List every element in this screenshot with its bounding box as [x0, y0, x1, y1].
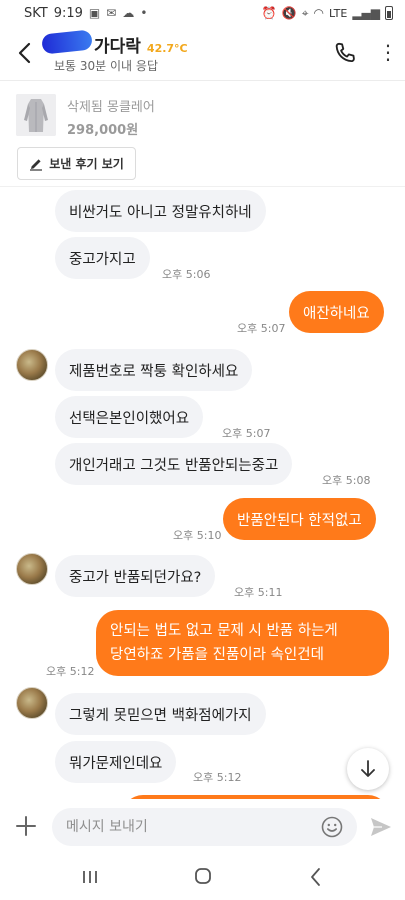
seller-title: 가다락 42.7°C [41, 29, 188, 57]
message-text: 애잔하네요 [303, 305, 370, 322]
message-text: 비싼거도 아니고 정말유치하네 [69, 204, 252, 221]
manner-temperature: 42.7°C [146, 42, 188, 55]
message-text: 그렇게 못믿으면 백화점에가지 [69, 707, 252, 724]
outgoing-message-partial [122, 795, 389, 799]
location-icon: ⌖ [301, 5, 309, 20]
message-text-line-2: 당연하죠 가품을 진품이라 속인건데 [110, 647, 324, 663]
arrow-down-icon [361, 760, 375, 777]
seller-avatar[interactable] [16, 553, 48, 585]
product-thumbnail[interactable] [16, 94, 56, 136]
signal-icon: ▂▄▆ [352, 6, 380, 20]
emoji-icon[interactable] [320, 815, 344, 839]
incoming-message: 제품번호로 짝퉁 확인하세요 [55, 349, 253, 391]
message-input[interactable] [52, 808, 357, 846]
cloud-icon: ☁ [122, 6, 135, 20]
message-time: 오후 5:07 [222, 427, 271, 440]
seller-avatar[interactable] [16, 687, 48, 719]
more-vertical-icon[interactable]: ⋮ [378, 40, 398, 66]
clock: 9:19 [53, 5, 83, 21]
message-time: 오후 5:07 [237, 322, 286, 335]
message-time: 오후 5:12 [193, 771, 242, 784]
product-price: 298,000원 [67, 123, 139, 138]
incoming-message: 개인거래고 그것도 반품안되는중고 [55, 443, 293, 485]
message-text-line-1: 안되는 법도 없고 문제 시 반품 하는게 [110, 623, 338, 639]
send-icon[interactable] [369, 816, 393, 838]
message-text: 중고가 반품되던가요? [69, 569, 202, 586]
review-button-label: 보낸 후기 보기 [49, 157, 124, 171]
system-nav-bar [0, 854, 405, 900]
incoming-message: 선택은본인이했어요 [55, 396, 204, 438]
mail-notification-icon: ✉ [106, 6, 117, 20]
message-list[interactable]: 비싼거도 아니고 정말유치하네 중고가지고 오후 5:06 애잔하네요 오후 5… [0, 187, 405, 799]
status-bar: SKT 9:19 ▣ ✉ ☁ • ⏰ 🔇 ⌖ ◠ LTE ▂▄▆ [0, 0, 405, 26]
seller-name: 가다락 [94, 37, 141, 57]
pencil-icon [30, 158, 43, 171]
outgoing-message: 반품안된다 한적없고 [223, 498, 376, 540]
outgoing-message: 애잔하네요 [289, 291, 384, 333]
message-text: 선택은본인이했어요 [69, 410, 190, 427]
incoming-message: 뭐가문제인데요 [55, 741, 177, 783]
product-name[interactable]: 삭제됨 몽클레어 [67, 96, 155, 115]
seller-avatar[interactable] [16, 349, 48, 381]
recent-apps-icon[interactable] [80, 867, 100, 887]
carrier-label: SKT [24, 5, 48, 21]
message-time: 오후 5:12 [46, 665, 95, 678]
mute-icon: 🔇 [281, 6, 297, 20]
message-text: 뭐가문제인데요 [69, 755, 163, 772]
message-time: 오후 5:10 [173, 529, 222, 542]
message-time: 오후 5:11 [234, 586, 283, 599]
home-icon[interactable] [193, 866, 213, 886]
incoming-message: 그렇게 못믿으면 백화점에가지 [55, 693, 266, 735]
message-input-bar [0, 800, 405, 854]
scroll-to-bottom-button[interactable] [347, 748, 389, 790]
gallery-notification-icon: ▣ [88, 6, 101, 20]
phone-icon[interactable] [332, 40, 358, 66]
wifi-icon: ◠ [313, 6, 325, 20]
outgoing-message: 안되는 법도 없고 문제 시 반품 하는게 당연하죠 가품을 진품이라 속인건데 [96, 610, 389, 676]
incoming-message: 중고가지고 [55, 237, 150, 279]
header-divider [0, 80, 405, 81]
nav-back-icon[interactable] [306, 866, 326, 888]
attach-plus-icon[interactable] [14, 814, 38, 838]
message-time: 오후 5:06 [162, 268, 211, 281]
more-notifications-icon: • [140, 6, 148, 20]
message-text: 반품안된다 한적없고 [237, 512, 362, 529]
response-time: 보통 30분 이내 응답 [54, 59, 158, 73]
view-sent-review-button[interactable]: 보낸 후기 보기 [17, 147, 136, 180]
message-text: 제품번호로 짝퉁 확인하세요 [69, 363, 239, 380]
battery-icon [385, 6, 393, 20]
back-arrow-icon[interactable] [14, 38, 36, 68]
message-time: 오후 5:08 [322, 474, 371, 487]
network-type: LTE [329, 6, 348, 20]
incoming-message: 중고가 반품되던가요? [55, 555, 216, 597]
alarm-icon: ⏰ [261, 6, 277, 20]
message-text: 중고가지고 [69, 251, 136, 268]
chat-header: 가다락 42.7°C 보통 30분 이내 응답 ⋮ [0, 26, 405, 80]
message-text: 개인거래고 그것도 반품안되는중고 [69, 457, 279, 474]
incoming-message: 비싼거도 아니고 정말유치하네 [55, 190, 266, 232]
redacted-name-scribble [41, 29, 93, 55]
